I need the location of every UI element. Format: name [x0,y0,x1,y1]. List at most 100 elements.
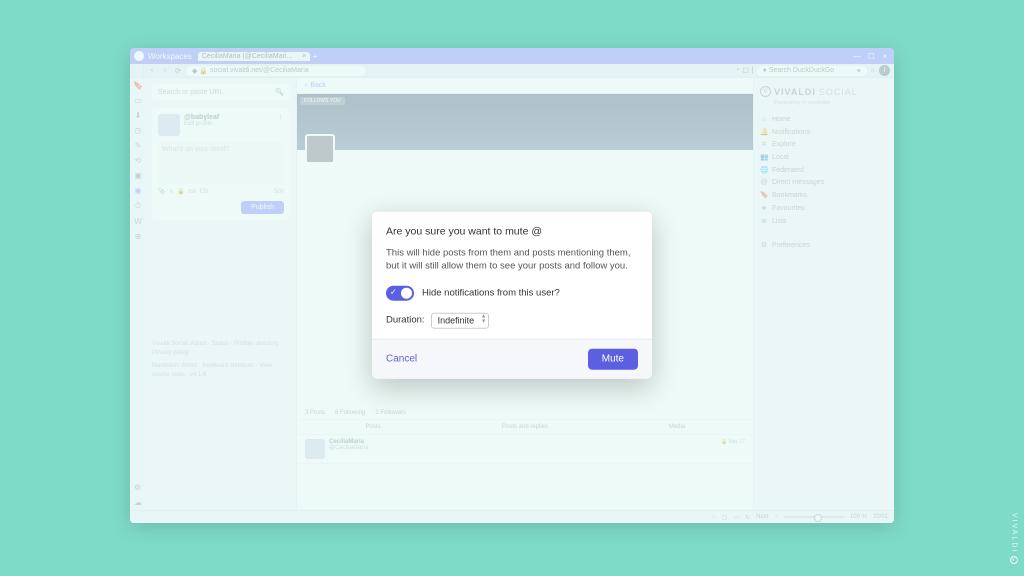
globe-icon: 🌐 [760,166,768,174]
poll-icon[interactable]: ≡ [169,189,173,195]
lang-icon[interactable]: EN [200,189,208,195]
toggle-knob [401,287,412,298]
nav-favourites[interactable]: ★Favourites [760,204,888,212]
image-icon[interactable]: ▭ [733,514,739,521]
post-handle: @CeciliaMaria [329,445,368,451]
nav-federated[interactable]: 🌐Federated [760,166,888,174]
wiki-panel-icon[interactable]: W [134,217,142,226]
workspaces-button[interactable]: Workspaces [148,52,192,61]
nav-bookmarks[interactable]: 🔖Bookmarks [760,191,888,199]
hide-notifications-toggle[interactable]: ✓ [386,285,414,300]
history-panel-icon[interactable]: ◷ [135,126,142,135]
address-bar: ‹ › ⟳ ◆ 🔒 social.vivaldi.net/@CeciliaMar… [130,64,894,78]
profile-avatar-icon[interactable]: I [879,65,890,76]
search-url-input[interactable]: Search or paste URL 🔍 [152,84,290,100]
new-tab-button[interactable]: + [310,52,320,61]
profile-tabs: Posts Posts and replies Media [297,420,753,435]
capture-icon[interactable]: ⌂ [712,514,716,520]
reader-icon[interactable]: ◔ [735,67,739,74]
search-field[interactable]: ● Search DuckDuckGo ▾ [757,66,867,76]
publish-button[interactable]: Publish [241,201,284,214]
nav-lists[interactable]: ≣Lists [760,217,888,225]
mastodon-icon: ⓜ [802,100,807,106]
footer-links: Vivaldi Social: About · Status · Profile… [152,340,290,380]
maximize-button[interactable]: ☐ [866,51,876,61]
url-field[interactable]: ◆ 🔒 social.vivaldi.net/@CeciliaMaria [186,66,366,76]
posts-count[interactable]: 3 Posts [305,410,325,416]
reload-button[interactable]: ⟳ [173,67,183,75]
bookmarks-panel-icon[interactable]: 🔖 [133,81,143,90]
vivaldi-logo-icon [134,51,144,61]
publish-label: Publish [251,204,274,211]
reading-list-icon[interactable]: ▭ [134,96,142,105]
check-icon: ✓ [390,287,397,296]
zoom-out-icon[interactable]: − [774,514,778,520]
settings-panel-icon[interactable]: ⚙ [134,483,142,492]
brand-row: V VIVALDI SOCIAL [760,86,888,97]
mastodon-panel-icon[interactable]: ◉ [135,186,142,195]
nav-direct-messages[interactable]: @Direct messages [760,179,888,186]
downloads-panel-icon[interactable]: ⬇ [135,111,142,120]
forward-button[interactable]: › [160,67,170,74]
nav-explore[interactable]: #Explore [760,141,888,148]
tile-icon[interactable]: ▢ [722,514,728,521]
tab-close-icon[interactable]: × [302,53,306,60]
add-panel-icon[interactable]: ⊕ [135,232,142,241]
brand-vivaldi: VIVALDI [774,87,816,97]
translate-panel-icon[interactable]: ⟲ [135,156,142,165]
tab-media[interactable]: Media [601,420,753,435]
compose-textarea[interactable]: What's on your mind? [158,142,284,184]
cw-icon[interactable]: cw [188,189,195,195]
attach-icon[interactable]: 📎 [158,188,165,195]
char-counter: 500 [274,189,284,195]
post-item[interactable]: CeciliaMaria @CeciliaMaria 🔒 May 17 [297,435,753,464]
tab-replies[interactable]: Posts and replies [449,420,601,435]
notes-panel-icon[interactable]: ✎ [135,141,142,150]
vivaldi-watermark: VIVALDI V [1010,513,1018,564]
tab-label: CeciliaMaria (@CeciliaMari... [202,53,292,60]
following-count[interactable]: 8 Following [335,410,365,416]
tab-posts[interactable]: Posts [297,420,449,435]
bookmark-icon[interactable]: ☐ [742,67,748,75]
minimize-button[interactable]: — [852,51,862,61]
users-icon: 👥 [760,153,768,161]
panel-toggle-icon[interactable] [134,64,144,77]
at-icon: @ [760,179,768,186]
window-panel-icon[interactable]: ▣ [134,171,142,180]
mute-button[interactable]: Mute [588,348,638,369]
extensions-icon[interactable]: ☼ [870,67,876,74]
stats-row: 3 Posts 8 Following 2 Followers [297,410,753,420]
nav-home[interactable]: ⌂Home [760,116,888,123]
vivaldi-social-logo-icon: V [760,86,771,97]
ruler-icon[interactable]: ↻ [745,514,750,521]
status-bar: ⌂ ▢ ▭ ↻ Next − 100 % 20/01 [130,510,894,523]
back-button[interactable]: ‹ [147,67,157,74]
duration-label: Duration: [386,315,425,326]
tab-strip: CeciliaMaria (@CeciliaMari... × + [198,52,852,61]
duration-row: Duration: Indefinite ▴▾ [386,312,638,328]
duration-select[interactable]: Indefinite ▴▾ [431,312,490,328]
cancel-button[interactable]: Cancel [386,353,417,364]
nav-notifications[interactable]: 🔔Notifications [760,128,888,136]
nav-preferences[interactable]: ⚙Preferences [760,241,888,249]
compose-toolbar: 📎 ≡ 🔒 cw EN 500 [158,188,284,195]
hide-notifications-row: ✓ Hide notifications from this user? [386,285,638,300]
history-icon[interactable]: ⏱ [135,201,141,211]
nav-local[interactable]: 👥Local [760,153,888,161]
sync-panel-icon[interactable]: ☁ [134,498,142,507]
edit-profile-link[interactable]: Edit profile [184,121,219,127]
close-button[interactable]: × [880,51,890,61]
visibility-icon[interactable]: 🔒 [177,188,184,195]
back-header[interactable]: ‹ Back [297,78,753,94]
compose-card: @babyleaf Edit profile ⋮ What's on your … [152,108,290,220]
zoom-slider[interactable] [784,516,844,518]
toggle-label: Hide notifications from this user? [422,287,560,298]
followers-count[interactable]: 2 Followers [375,410,406,416]
brand-social: SOCIAL [819,87,858,97]
lock-icon: 🔒 [721,439,727,445]
stepper-icon: ▴▾ [482,314,485,324]
back-chevron-icon: ‹ [305,82,307,89]
tab-active[interactable]: CeciliaMaria (@CeciliaMari... × [198,52,310,61]
panel-bar: 🔖 ▭ ⬇ ◷ ✎ ⟲ ▣ ◉ ⏱ W ⊕ ⚙ ☁ [130,78,146,510]
compose-menu-icon[interactable]: ⋮ [277,114,284,136]
